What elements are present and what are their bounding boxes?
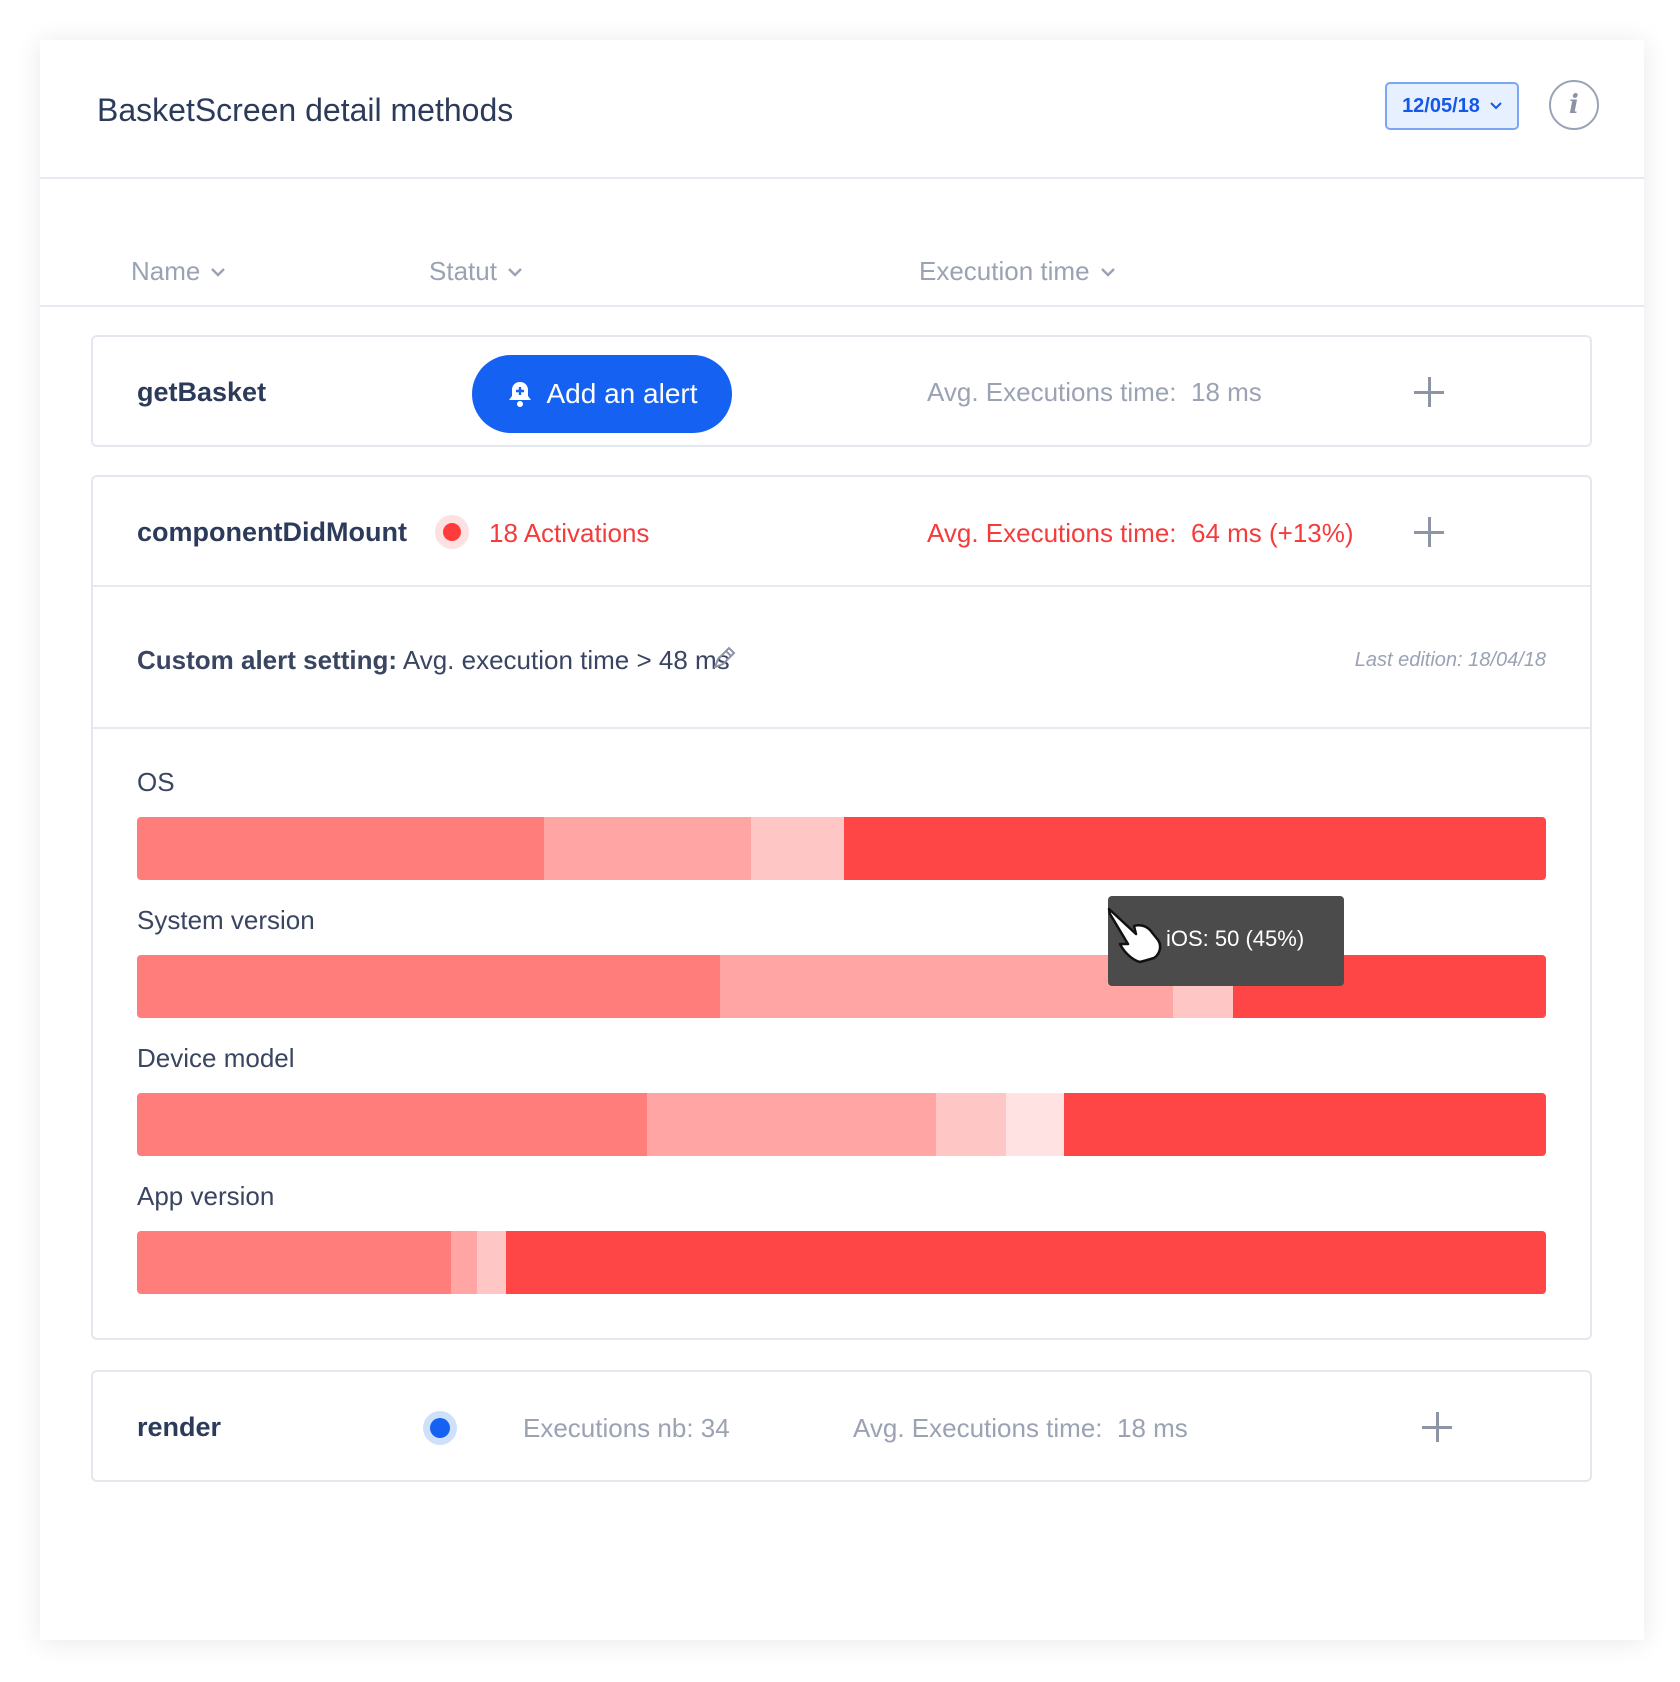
bell-plus-icon — [508, 382, 531, 407]
row-divider — [93, 727, 1590, 729]
bar-segment[interactable] — [137, 1231, 452, 1294]
avg-execution-time: Avg. Executions time: 18 ms — [853, 1413, 1188, 1443]
add-alert-button[interactable]: Add an alert — [472, 355, 732, 433]
column-header-statut[interactable]: Statut — [429, 256, 523, 287]
status-icon — [423, 1411, 457, 1445]
column-name-label: Name — [131, 256, 201, 286]
activation-status-icon — [435, 515, 469, 549]
header-divider — [40, 305, 1644, 307]
date-selector[interactable]: 12/05/18 — [1385, 82, 1519, 130]
expand-plus-icon[interactable] — [1422, 1412, 1452, 1442]
avg-execution-time: Avg. Executions time: 64 ms (+13%) — [927, 518, 1354, 548]
bar-segment[interactable] — [1006, 1093, 1065, 1156]
expand-plus-icon[interactable] — [1414, 377, 1444, 407]
activations-count: 18 Activations — [489, 518, 650, 548]
last-edition: Last edition: 18/04/18 — [1354, 649, 1546, 671]
detail-methods-card: BasketScreen detail methods 12/05/18 i N… — [40, 40, 1644, 1640]
info-icon[interactable]: i — [1549, 80, 1599, 130]
column-execution-time-label: Execution time — [919, 256, 1090, 286]
column-statut-label: Statut — [429, 256, 497, 286]
date-value: 12/05/18 — [1402, 94, 1480, 117]
method-name: componentDidMount — [137, 517, 407, 547]
method-name: getBasket — [137, 377, 267, 407]
method-row-getbasket[interactable]: getBasket Add an alert Avg. Executions t… — [91, 335, 1592, 447]
bar-segment[interactable] — [137, 955, 721, 1018]
bar-segment[interactable] — [506, 1231, 1546, 1294]
bar-segment[interactable] — [844, 817, 1546, 880]
breakdown-label-app-version: App version — [137, 1181, 275, 1211]
method-row-componentdidmount: componentDidMount 18 Activations Avg. Ex… — [91, 475, 1592, 1340]
chevron-down-icon — [1490, 102, 1502, 110]
column-header-name[interactable]: Name — [131, 256, 226, 287]
breakdown-label-system-version: System version — [137, 905, 315, 935]
custom-alert-setting: Custom alert setting: Avg. execution tim… — [137, 645, 730, 676]
method-row-render[interactable]: render Executions nb: 34 Avg. Executions… — [91, 1370, 1592, 1482]
page-title: BasketScreen detail methods — [97, 92, 514, 128]
breakdown-bar-device-model[interactable] — [137, 1093, 1546, 1156]
tooltip-text: iOS: 50 (45%) — [1166, 926, 1305, 951]
executions-count: Executions nb: 34 — [523, 1413, 730, 1443]
hand-cursor-icon — [1107, 907, 1162, 964]
bar-segment[interactable] — [751, 817, 845, 880]
chevron-down-icon — [508, 267, 522, 277]
breakdown-label-device-model: Device model — [137, 1043, 295, 1073]
bar-segment[interactable] — [451, 1231, 477, 1294]
bar-segment[interactable] — [1064, 1093, 1546, 1156]
chevron-down-icon — [1100, 267, 1115, 277]
bar-segment[interactable] — [544, 817, 752, 880]
pencil-icon[interactable] — [711, 645, 737, 671]
expand-plus-icon[interactable] — [1414, 517, 1444, 547]
chevron-down-icon — [211, 267, 226, 277]
avg-execution-time: Avg. Executions time: 18 ms — [927, 377, 1262, 407]
method-name: render — [137, 1412, 222, 1442]
bar-segment[interactable] — [720, 955, 1173, 1018]
card-header: BasketScreen detail methods 12/05/18 i — [40, 40, 1644, 179]
bar-segment[interactable] — [137, 1093, 648, 1156]
column-header-execution-time[interactable]: Execution time — [919, 256, 1116, 287]
row-divider — [93, 585, 1590, 587]
bar-segment[interactable] — [137, 817, 545, 880]
breakdown-bar-os[interactable] — [137, 817, 1546, 880]
custom-alert-value: Avg. execution time > 48 ms — [402, 645, 730, 675]
bar-segment[interactable] — [476, 1231, 507, 1294]
add-alert-label: Add an alert — [546, 378, 698, 409]
bar-segment[interactable] — [935, 1093, 1007, 1156]
breakdown-label-os: OS — [137, 767, 175, 797]
breakdown-bar-app-version[interactable] — [137, 1231, 1546, 1294]
custom-alert-label: Custom alert setting: — [137, 645, 398, 675]
bar-segment[interactable] — [647, 1093, 936, 1156]
